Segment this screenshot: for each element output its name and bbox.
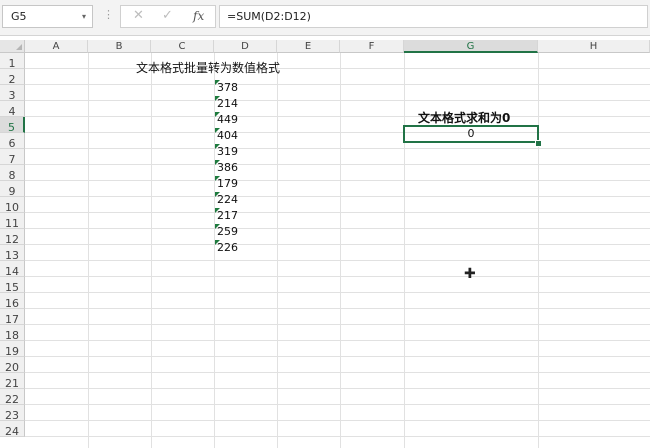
formula-input[interactable]: =SUM(D2:D12) xyxy=(219,5,648,28)
row-header-4[interactable]: 4 xyxy=(0,101,25,118)
column-header-d[interactable]: D xyxy=(214,40,277,53)
column-header-b[interactable]: B xyxy=(88,40,151,53)
cell-g4-label[interactable]: 文本格式求和为0 xyxy=(418,110,510,126)
gridline xyxy=(25,276,650,277)
cell-d10[interactable]: 217 xyxy=(215,208,238,224)
column-header-a[interactable]: A xyxy=(25,40,88,53)
row-header-24[interactable]: 24 xyxy=(0,421,25,438)
row-header-12[interactable]: 12 xyxy=(0,229,25,246)
row-header-6[interactable]: 6 xyxy=(0,133,25,150)
gridline xyxy=(25,148,650,149)
row-header-13[interactable]: 13 xyxy=(0,245,25,262)
row-header-16[interactable]: 16 xyxy=(0,293,25,310)
cell-d3[interactable]: 214 xyxy=(215,96,238,112)
gridline xyxy=(25,244,650,245)
cell-d2[interactable]: 378 xyxy=(215,80,238,96)
gridline xyxy=(25,324,650,325)
text-format-indicator-icon xyxy=(215,80,220,85)
column-header-h[interactable]: H xyxy=(538,40,650,53)
text-format-indicator-icon xyxy=(215,112,220,117)
gridline xyxy=(25,196,650,197)
insert-function-icon[interactable]: fx xyxy=(193,9,204,23)
gridline xyxy=(25,404,650,405)
cell-d8[interactable]: 179 xyxy=(215,176,238,192)
text-format-indicator-icon xyxy=(215,208,220,213)
gridline xyxy=(25,180,650,181)
column-header-e[interactable]: E xyxy=(277,40,340,53)
confirm-icon[interactable]: ✓ xyxy=(162,8,173,23)
row-header-23[interactable]: 23 xyxy=(0,405,25,422)
text-format-indicator-icon xyxy=(215,224,220,229)
gridline xyxy=(25,388,650,389)
text-format-indicator-icon xyxy=(215,176,220,181)
gridline xyxy=(25,212,650,213)
text-format-indicator-icon xyxy=(215,96,220,101)
cell-d4[interactable]: 449 xyxy=(215,112,238,128)
row-header-9[interactable]: 9 xyxy=(0,181,25,198)
gridline xyxy=(25,68,650,69)
selected-cell-g5[interactable]: 0 xyxy=(403,125,539,143)
column-header-f[interactable]: F xyxy=(340,40,404,53)
row-header-14[interactable]: 14 xyxy=(0,261,25,278)
row-header-18[interactable]: 18 xyxy=(0,325,25,342)
gridline xyxy=(25,260,650,261)
row-header-2[interactable]: 2 xyxy=(0,69,25,86)
gridline xyxy=(25,372,650,373)
row-header-1[interactable]: 1 xyxy=(0,53,25,70)
row-header-3[interactable]: 3 xyxy=(0,85,25,102)
cell-d5[interactable]: 404 xyxy=(215,128,238,144)
more-options-icon[interactable]: ⋮ xyxy=(103,8,114,21)
gridline xyxy=(25,228,650,229)
gridline xyxy=(25,292,650,293)
gridline xyxy=(25,84,650,85)
sheet-title-cell[interactable]: 文本格式批量转为数值格式 xyxy=(136,60,280,76)
text-format-indicator-icon xyxy=(215,240,220,245)
row-header-8[interactable]: 8 xyxy=(0,165,25,182)
name-box[interactable]: G5 ▾ xyxy=(2,5,93,28)
gridline xyxy=(25,308,650,309)
row-header-7[interactable]: 7 xyxy=(0,149,25,166)
gridline xyxy=(25,356,650,357)
name-box-value: G5 xyxy=(11,10,27,23)
cross-cursor-icon: ✚ xyxy=(464,266,476,282)
text-format-indicator-icon xyxy=(215,192,220,197)
gridline xyxy=(25,100,650,101)
gridline xyxy=(25,116,650,117)
column-header-g[interactable]: G xyxy=(404,40,538,53)
row-header-11[interactable]: 11 xyxy=(0,213,25,230)
text-format-indicator-icon xyxy=(215,128,220,133)
row-header-22[interactable]: 22 xyxy=(0,389,25,406)
row-header-19[interactable]: 19 xyxy=(0,341,25,358)
cell-d6[interactable]: 319 xyxy=(215,144,238,160)
row-header-20[interactable]: 20 xyxy=(0,357,25,374)
row-header-17[interactable]: 17 xyxy=(0,309,25,326)
gridline xyxy=(25,132,650,133)
column-header-c[interactable]: C xyxy=(151,40,214,53)
fill-handle[interactable] xyxy=(535,140,542,147)
row-header-15[interactable]: 15 xyxy=(0,277,25,294)
spreadsheet-grid[interactable]: A B C D E F G H 1 2 3 4 5 6 7 8 9 10 11 12 13 14 15 16 1… xyxy=(0,40,650,448)
formula-buttons: ✕ ✓ fx xyxy=(120,5,216,28)
cell-d9[interactable]: 224 xyxy=(215,192,238,208)
cell-d11[interactable]: 259 xyxy=(215,224,238,240)
row-header-21[interactable]: 21 xyxy=(0,373,25,390)
gridline xyxy=(25,340,650,341)
text-format-indicator-icon xyxy=(215,144,220,149)
gridline xyxy=(25,420,650,421)
text-format-indicator-icon xyxy=(215,160,220,165)
cancel-icon[interactable]: ✕ xyxy=(133,8,144,23)
row-header-10[interactable]: 10 xyxy=(0,197,25,214)
select-all-button[interactable] xyxy=(0,40,25,53)
name-box-dropdown-icon[interactable]: ▾ xyxy=(82,6,86,27)
cell-d12[interactable]: 226 xyxy=(215,240,238,256)
cell-d7[interactable]: 386 xyxy=(215,160,238,176)
row-header-5[interactable]: 5 xyxy=(0,117,25,134)
formula-bar: G5 ▾ ⋮ ✕ ✓ fx =SUM(D2:D12) xyxy=(0,0,650,36)
gridline xyxy=(25,164,650,165)
gridline xyxy=(25,436,650,437)
